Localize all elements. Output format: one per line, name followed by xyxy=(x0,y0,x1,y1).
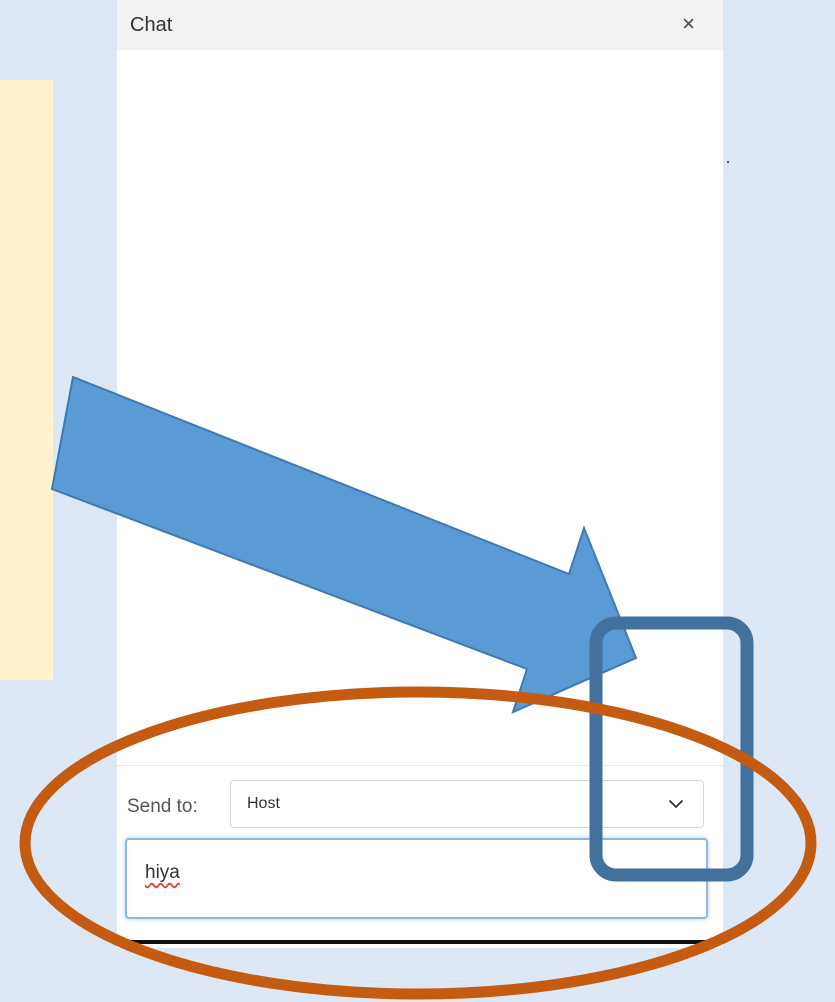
message-input[interactable]: hiya xyxy=(125,838,708,919)
send-to-label: Send to: xyxy=(127,796,198,817)
message-list xyxy=(117,50,723,765)
chat-header: Chat × xyxy=(117,0,723,50)
divider xyxy=(117,765,723,766)
chat-title: Chat xyxy=(130,14,173,36)
bottom-bar xyxy=(117,940,723,944)
recipient-select[interactable]: Host xyxy=(230,780,704,828)
recipient-value: Host xyxy=(247,795,280,812)
close-icon[interactable]: × xyxy=(682,12,695,36)
chat-panel: Chat × Send to: Host hiya xyxy=(117,0,723,948)
stray-dot xyxy=(727,161,729,163)
note-panel xyxy=(0,80,53,680)
message-text: hiya xyxy=(145,862,180,883)
chevron-down-icon xyxy=(669,800,683,808)
